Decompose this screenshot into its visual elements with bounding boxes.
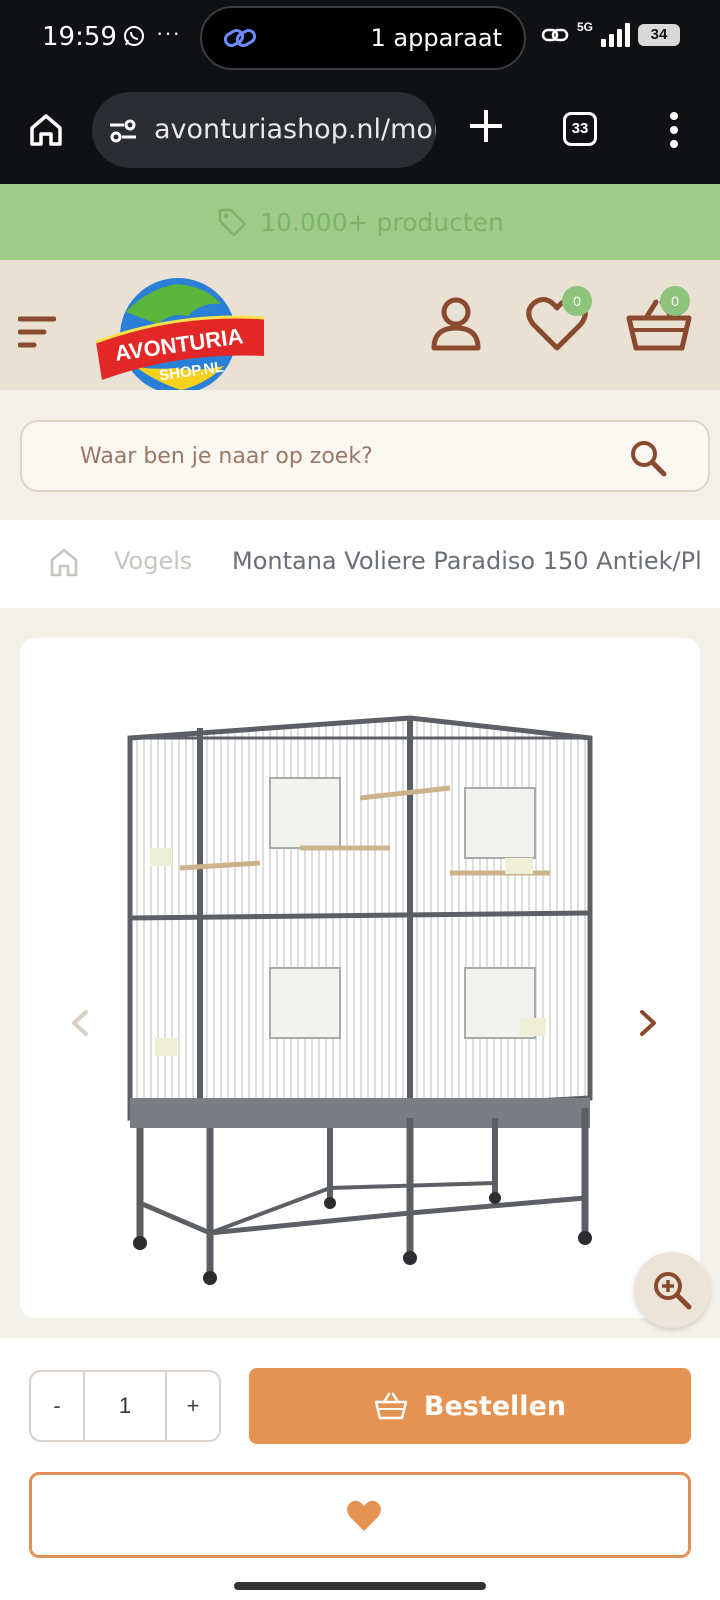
gallery-next-icon[interactable] [636,1008,660,1038]
quantity-stepper: - 1 + [29,1370,221,1442]
promo-banner: 10.000+ producten [0,184,720,260]
basket-icon [374,1392,408,1420]
breadcrumb-category[interactable]: Vogels [114,547,192,575]
browser-toolbar: avonturiashop.nl/montana-voliere-paradis… [0,80,720,184]
breadcrumb-home-icon[interactable] [48,546,80,578]
order-button[interactable]: Bestellen [249,1368,691,1444]
search-icon[interactable] [628,438,668,478]
product-image-aviary[interactable] [120,698,620,1288]
search-section: Waar ben je naar op zoek? [0,390,720,520]
status-more-dots: ··· [156,20,181,45]
hotspot-link-icon [541,28,569,42]
gallery-card [20,638,700,1318]
tab-switcher-button[interactable]: 33 [563,112,597,146]
breadcrumb-current: Montana Voliere Paradiso 150 Antiek/Plat… [232,547,702,575]
status-time: 19:59 [42,22,117,52]
tag-icon [218,208,247,237]
battery-icon: 34 [638,24,680,46]
device-connection-pill[interactable]: 1 apparaat [200,6,526,70]
status-bar: 19:59 ··· 1 apparaat 5G 34 [0,0,720,80]
site-logo[interactable]: AVONTURIA SHOP.NL [96,272,266,402]
new-tab-icon[interactable] [466,106,506,146]
quantity-decrease-button[interactable]: - [31,1372,83,1440]
wishlist-count-badge: 0 [562,286,592,316]
device-connection-text: 1 apparaat [370,24,502,52]
wishlist-button[interactable]: 0 [526,286,596,360]
search-placeholder: Waar ben je naar op zoek? [80,444,373,469]
browser-home-icon[interactable] [26,110,66,150]
breadcrumb: Vogels Montana Voliere Paradiso 150 Anti… [0,520,720,608]
order-button-label: Bestellen [423,1390,567,1422]
quantity-input[interactable]: 1 [83,1372,167,1440]
cart-count-badge: 0 [660,286,690,316]
heart-icon [347,1500,381,1531]
zoom-button[interactable] [634,1252,710,1328]
cart-button[interactable]: 0 [626,286,706,360]
address-bar[interactable]: avonturiashop.nl/montana-voliere-paradis… [92,92,436,168]
whatsapp-icon [124,26,144,46]
add-to-wishlist-button[interactable] [29,1472,691,1558]
product-gallery [0,608,720,1338]
gallery-prev-icon[interactable] [68,1008,92,1038]
promo-text: 10.000+ producten [260,207,504,237]
zoom-in-icon [654,1272,692,1310]
search-input[interactable]: Waar ben je naar op zoek? [20,420,710,492]
site-header: AVONTURIA SHOP.NL 0 0 [0,260,720,394]
link-icon [223,29,257,47]
network-type: 5G [576,20,593,34]
signal-icon [601,23,630,47]
quantity-increase-button[interactable]: + [167,1372,219,1440]
menu-icon[interactable] [18,314,56,350]
site-settings-icon[interactable] [108,118,138,144]
browser-menu-icon[interactable] [664,110,684,150]
status-indicators: 5G 34 [541,20,680,50]
purchase-bar: - 1 + Bestellen [0,1338,720,1600]
account-icon[interactable] [430,296,482,352]
url-text: avonturiashop.nl/montana-voliere-paradis… [154,114,436,145]
home-indicator [234,1582,486,1590]
